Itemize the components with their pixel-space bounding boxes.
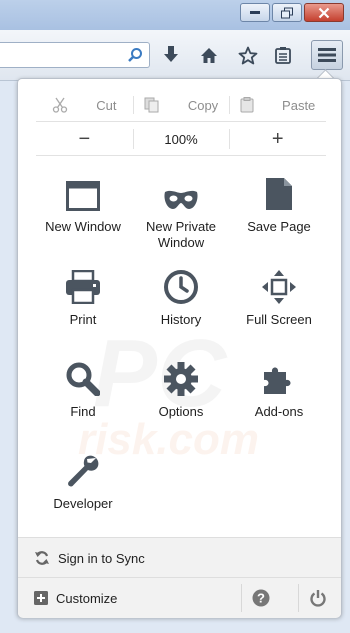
minimize-icon [250, 10, 260, 14]
gear-icon [164, 362, 198, 396]
minimize-button[interactable] [240, 3, 270, 22]
magnifier-icon [66, 362, 100, 396]
zoom-reset-button[interactable]: 100% [132, 123, 230, 155]
page-icon [266, 178, 292, 210]
restore-icon [281, 7, 293, 18]
sync-label: Sign in to Sync [58, 550, 145, 566]
open-menu-button[interactable] [311, 40, 343, 70]
downloads-button[interactable] [158, 42, 184, 68]
history-label: History [160, 312, 202, 327]
customize-label: Customize [56, 590, 118, 606]
window-icon [66, 181, 100, 211]
add-ons-label: Add-ons [254, 404, 304, 419]
new-private-window-button[interactable]: New Private Window [132, 171, 230, 251]
edit-controls: Cut Copy Paste [36, 89, 326, 122]
bookmarks-menu-button[interactable] [270, 42, 296, 68]
new-private-window-label: New Private Window [145, 219, 217, 250]
zoom-in-button[interactable]: + [229, 123, 326, 155]
scissors-icon [53, 97, 68, 113]
options-button[interactable]: Options [132, 356, 230, 420]
copy-icon [144, 97, 159, 113]
hamburger-icon [318, 48, 336, 62]
print-label: Print [69, 312, 97, 327]
menu-panel: PC risk.com Cut Copy Paste − 100% + New … [17, 78, 342, 618]
find-button[interactable]: Find [34, 356, 132, 420]
plus-square-icon [34, 591, 48, 605]
clock-icon [164, 270, 198, 304]
add-ons-button[interactable]: Add-ons [230, 356, 328, 420]
new-window-label: New Window [45, 219, 121, 234]
sync-row[interactable]: Sign in to Sync [18, 537, 341, 578]
copy-label: Copy [187, 97, 219, 113]
help-button[interactable]: ? [241, 578, 281, 618]
download-arrow-icon [164, 46, 178, 62]
window-controls [238, 3, 344, 22]
full-screen-label: Full Screen [246, 312, 312, 327]
power-icon [310, 590, 326, 607]
save-page-button[interactable]: Save Page [230, 171, 328, 235]
help-icon: ? [252, 589, 270, 607]
search-bar[interactable] [0, 42, 150, 68]
close-button[interactable] [304, 3, 344, 22]
zoom-controls: − 100% + [36, 123, 326, 156]
nav-toolbar [0, 30, 350, 81]
svg-text:?: ? [257, 591, 265, 606]
close-icon [318, 7, 330, 18]
cut-label: Cut [96, 97, 117, 113]
history-button[interactable]: History [132, 264, 230, 328]
quit-button[interactable] [298, 578, 338, 618]
wrench-icon [68, 455, 99, 487]
save-page-label: Save Page [247, 219, 311, 234]
customize-button[interactable]: Customize [18, 578, 117, 618]
home-icon [201, 47, 217, 63]
copy-button[interactable]: Copy [132, 89, 230, 121]
search-icon[interactable] [127, 47, 143, 63]
mask-icon [164, 190, 198, 209]
fullscreen-icon [262, 270, 296, 304]
print-button[interactable]: Print [34, 264, 132, 328]
clipboard-icon [240, 97, 254, 113]
developer-label: Developer [53, 496, 113, 511]
options-label: Options [158, 404, 204, 419]
developer-button[interactable]: Developer [34, 448, 132, 512]
bookmarks-list-icon [275, 46, 291, 64]
cut-button[interactable]: Cut [36, 89, 133, 121]
star-icon [238, 46, 258, 64]
new-window-button[interactable]: New Window [34, 171, 132, 235]
printer-icon [66, 270, 100, 304]
customize-row: Customize ? [18, 577, 341, 618]
zoom-out-button[interactable]: − [36, 123, 133, 155]
title-bar [0, 0, 350, 30]
restore-button[interactable] [272, 3, 302, 22]
bookmark-star-button[interactable] [235, 42, 261, 68]
home-button[interactable] [196, 42, 222, 68]
paste-label: Paste [282, 97, 316, 113]
full-screen-button[interactable]: Full Screen [230, 264, 328, 328]
find-label: Find [70, 404, 96, 419]
paste-button[interactable]: Paste [229, 89, 326, 121]
sync-icon [35, 551, 49, 565]
puzzle-icon [264, 367, 291, 394]
